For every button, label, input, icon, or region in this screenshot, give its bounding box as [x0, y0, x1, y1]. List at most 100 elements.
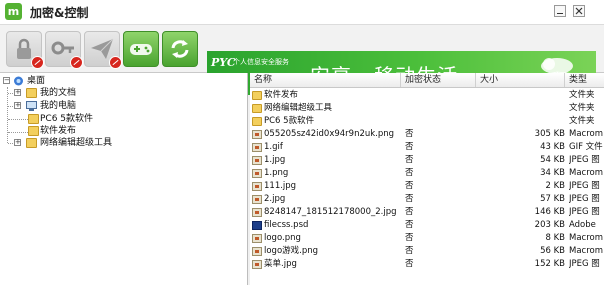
file-row[interactable]: logo游戏.png 否 56 KB Macrom [250, 245, 604, 258]
encrypt-lock-button[interactable] [6, 31, 44, 69]
tree-item-label: 我的文档 [40, 88, 77, 98]
expand-icon[interactable]: + [14, 89, 21, 96]
tree-item-label: 网络编辑超级工具 [40, 138, 113, 148]
file-type: Adobe [569, 220, 596, 230]
folder-icon [26, 138, 37, 148]
list-header: 名称 加密状态 大小 类型 [250, 73, 604, 88]
file-row[interactable]: 1.gif 否 43 KB GIF 文件 [250, 141, 604, 154]
expand-icon[interactable]: + [14, 102, 21, 109]
column-header-type[interactable]: 类型 [565, 73, 604, 87]
image-file-icon [252, 143, 262, 152]
minimize-button[interactable] [554, 5, 566, 17]
encryption-state: 否 [405, 142, 414, 152]
encryption-state: 否 [405, 246, 414, 256]
tree-item-label: 软件发布 [40, 126, 77, 136]
file-type: Macrom [569, 168, 604, 178]
file-name: PC6 5款软件 [264, 116, 315, 126]
folder-icon [28, 114, 39, 124]
encryption-state: 否 [405, 233, 414, 243]
file-row[interactable]: logo.png 否 8 KB Macrom [250, 232, 604, 245]
image-file-icon [252, 260, 262, 269]
disabled-badge-icon [109, 56, 122, 69]
disabled-badge-icon [70, 56, 83, 69]
folder-row[interactable]: 网络编辑超级工具 文件夹 [250, 102, 604, 115]
file-size: 152 KB [534, 259, 565, 269]
tree-item-desktop[interactable]: − 桌面 [0, 75, 240, 87]
refresh-icon [171, 40, 189, 58]
gamepad-icon [130, 44, 152, 55]
folder-icon [252, 117, 262, 126]
file-type: 文件夹 [569, 116, 595, 126]
disabled-badge-icon [31, 56, 44, 69]
banner-tagline: 个人信息安全服务 [233, 58, 289, 66]
file-size: 34 KB [540, 168, 565, 178]
tree-item-label: PC6 5款软件 [40, 114, 94, 124]
file-name: 1.gif [264, 142, 283, 152]
encryption-state: 否 [405, 207, 414, 217]
image-file-icon [252, 234, 262, 243]
file-row[interactable]: filecss.psd 否 203 KB Adobe [250, 219, 604, 232]
folder-row[interactable]: PC6 5款软件 文件夹 [250, 115, 604, 128]
game-control-button[interactable] [123, 31, 159, 67]
file-type: JPEG 图 [569, 259, 600, 269]
tree-item-software-release[interactable]: 软件发布 [0, 125, 240, 137]
file-row[interactable]: 055205sz42id0x94r9n2uk.png 否 305 KB Macrom [250, 128, 604, 141]
image-file-icon [252, 247, 262, 256]
tree-item-my-computer[interactable]: + 我的电脑 [0, 100, 240, 112]
close-button[interactable] [573, 5, 585, 17]
sync-button[interactable] [162, 31, 198, 67]
folder-icon [28, 126, 39, 136]
file-row[interactable]: 8248147_181512178000_2.jpg 否 146 KB JPEG 图 [250, 206, 604, 219]
file-name: 2.jpg [264, 194, 286, 204]
image-file-icon [252, 130, 262, 139]
tree-item-my-documents[interactable]: + 我的文档 [0, 87, 240, 99]
file-name: 055205sz42id0x94r9n2uk.png [264, 129, 395, 139]
file-type: Macrom [569, 246, 604, 256]
file-row[interactable]: 1.png 否 34 KB Macrom [250, 167, 604, 180]
folder-icon [252, 91, 262, 100]
folder-icon [26, 88, 37, 98]
close-icon [575, 7, 583, 15]
toolbar: PYC 个人信息安全服务 安享 · 移动生活 [0, 25, 604, 95]
column-header-name[interactable]: 名称 [250, 73, 401, 87]
expand-icon[interactable]: + [14, 139, 21, 146]
encryption-state: 否 [405, 194, 414, 204]
file-type: 文件夹 [569, 103, 595, 113]
send-button[interactable] [84, 31, 122, 69]
image-file-icon [252, 208, 262, 217]
tree-item-pc6-software[interactable]: PC6 5款软件 [0, 113, 240, 125]
collapse-icon[interactable]: − [3, 77, 10, 84]
file-type: Macrom [569, 233, 604, 243]
file-type: 文件夹 [569, 90, 595, 100]
image-file-icon [252, 182, 262, 191]
file-size: 8 KB [545, 233, 565, 243]
psd-file-icon [252, 221, 262, 230]
file-type: JPEG 图 [569, 207, 600, 217]
file-size: 305 KB [534, 129, 565, 139]
file-size: 2 KB [545, 181, 565, 191]
file-row[interactable]: 1.jpg 否 54 KB JPEG 图 [250, 154, 604, 167]
title-bar: m 加密&控制 [0, 0, 604, 25]
file-name: filecss.psd [264, 220, 309, 230]
computer-icon [26, 101, 37, 111]
file-type: JPEG 图 [569, 155, 600, 165]
file-row[interactable]: 2.jpg 否 57 KB JPEG 图 [250, 193, 604, 206]
column-header-encryption-state[interactable]: 加密状态 [401, 73, 476, 87]
encryption-state: 否 [405, 168, 414, 178]
tree-item-label: 桌面 [27, 76, 46, 86]
desktop-icon [14, 76, 23, 86]
file-row[interactable]: 111.jpg 否 2 KB JPEG 图 [250, 180, 604, 193]
key-button[interactable] [45, 31, 83, 69]
column-header-size[interactable]: 大小 [476, 73, 565, 87]
file-name: logo游戏.png [264, 246, 319, 256]
folder-icon [252, 104, 262, 113]
file-type: Macrom [569, 129, 604, 139]
tree-item-network-edit-tools[interactable]: + 网络编辑超级工具 [0, 137, 240, 149]
file-size: 57 KB [540, 194, 565, 204]
tree-item-label: 我的电脑 [40, 101, 77, 111]
folder-row[interactable]: 软件发布 文件夹 [250, 89, 604, 102]
file-name: 软件发布 [264, 90, 299, 100]
file-row[interactable]: 菜单.jpg 否 152 KB JPEG 图 [250, 258, 604, 271]
file-size: 146 KB [534, 207, 565, 217]
folder-tree: − 桌面 + 我的文档 + 我的电脑 PC6 5款软件 软件发布 + 网络编辑超… [0, 73, 248, 285]
